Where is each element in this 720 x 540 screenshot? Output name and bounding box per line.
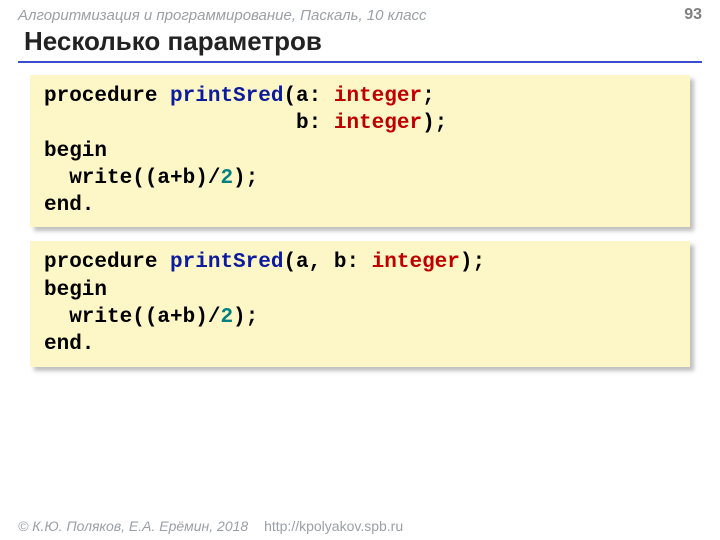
code-text: );: [422, 112, 447, 135]
code-text: );: [233, 167, 258, 190]
code-text: begin: [44, 279, 107, 302]
code-text: );: [233, 306, 258, 329]
page-number: 93: [684, 6, 702, 24]
slide-header: Алгоритмизация и программирование, Паска…: [0, 0, 720, 26]
code-text: procedure: [44, 85, 170, 108]
code-type: integer: [334, 85, 422, 108]
footer-url: http://kpolyakov.spb.ru: [264, 518, 403, 534]
code-type: integer: [334, 112, 422, 135]
code-text: ;: [422, 85, 435, 108]
code-block-1: procedure printSred(a: integer; b: integ…: [30, 75, 690, 227]
slide-footer: © К.Ю. Поляков, Е.А. Ерёмин, 2018 http:/…: [18, 518, 403, 534]
code-text: write((a+b)/: [44, 306, 220, 329]
code-block-2: procedure printSred(a, b: integer); begi…: [30, 241, 690, 366]
code-text: end.: [44, 333, 94, 356]
code-text: begin: [44, 140, 107, 163]
page-title: Несколько параметров: [0, 26, 720, 61]
code-text: procedure: [44, 251, 170, 274]
code-text: write((a+b)/: [44, 167, 220, 190]
code-number: 2: [220, 167, 233, 190]
code-type: integer: [372, 251, 460, 274]
code-text: end.: [44, 194, 94, 217]
code-number: 2: [220, 306, 233, 329]
code-text: (a, b:: [283, 251, 371, 274]
course-title: Алгоритмизация и программирование, Паска…: [18, 7, 427, 24]
code-text: );: [460, 251, 485, 274]
footer-authors: © К.Ю. Поляков, Е.А. Ерёмин, 2018: [18, 518, 248, 534]
code-text: (a:: [283, 85, 333, 108]
code-identifier: printSred: [170, 251, 283, 274]
code-identifier: printSred: [170, 85, 283, 108]
code-text: b:: [44, 112, 334, 135]
title-underline: [18, 61, 702, 63]
